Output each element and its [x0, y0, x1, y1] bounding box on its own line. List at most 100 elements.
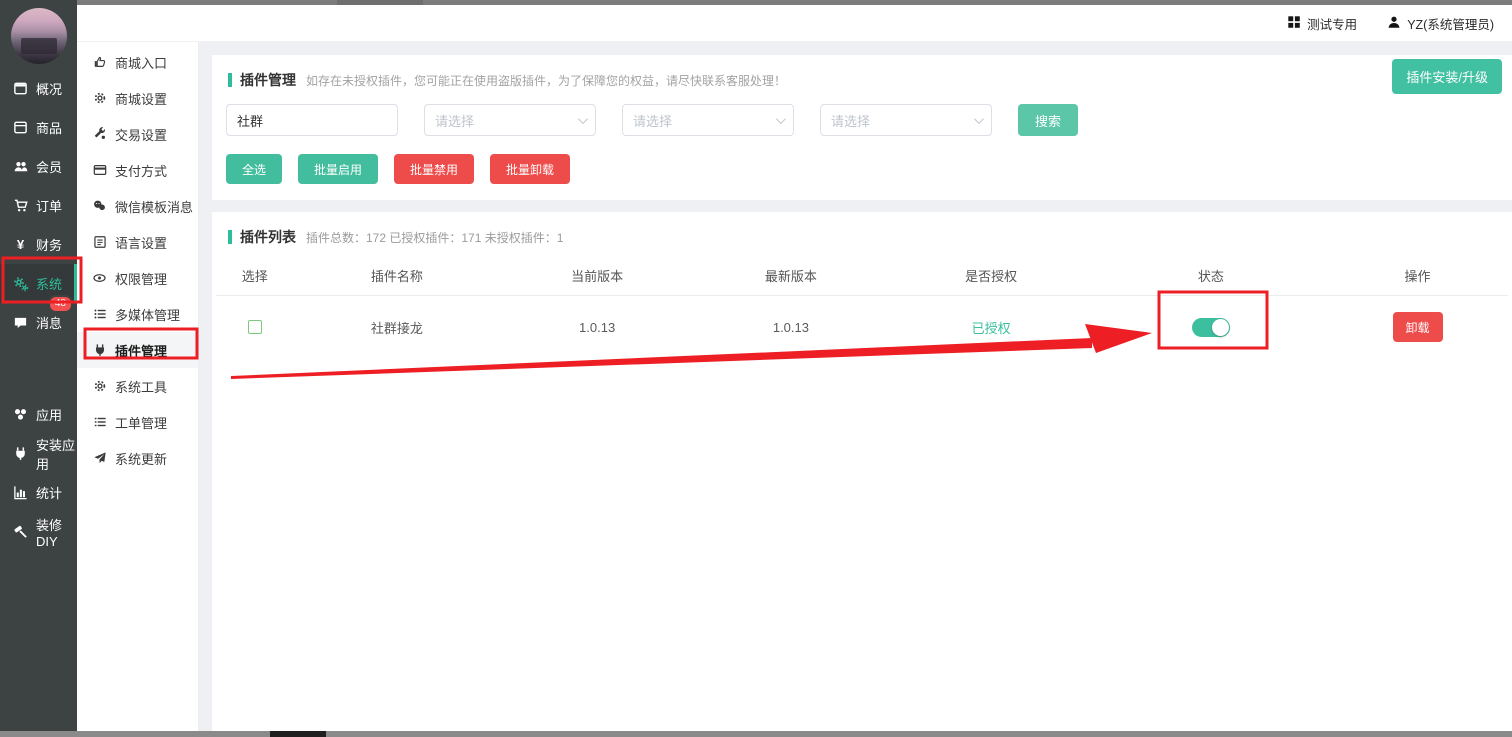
sidebar-item-label: 装修DIY [36, 515, 77, 549]
menu-item-mall-settings[interactable]: 商城设置 [77, 80, 198, 116]
dashboard-icon [12, 81, 29, 97]
yen-icon: ¥ [12, 237, 29, 253]
menu-item-label: 插件管理 [115, 341, 167, 360]
plugin-manage-header: 插件管理 如存在未授权插件，您可能正在使用盗版插件，为了保障您的权益，请尽快联系… [212, 55, 1512, 99]
latest-version: 1.0.13 [694, 320, 888, 335]
filter-row: 请选择 请选择 请选择 搜索 [212, 99, 1512, 146]
thumbs-up-icon [92, 55, 107, 70]
plugin-table: 选择 插件名称 当前版本 最新版本 是否授权 状态 操作 社群接龙 1.0.13 [212, 256, 1512, 358]
messages-badge: 48 [48, 295, 73, 313]
bulk-action-row: 全选 批量启用 批量禁用 批量卸载 [212, 146, 1512, 200]
select-all-button[interactable]: 全选 [226, 154, 282, 184]
user-label: YZ(系统管理员) [1407, 14, 1494, 33]
search-button[interactable]: 搜索 [1018, 104, 1078, 136]
filter-select-1[interactable]: 请选择 [424, 104, 596, 136]
column-header: 最新版本 [694, 266, 888, 285]
plugin-manage-card: 插件管理 如存在未授权插件，您可能正在使用盗版插件，为了保障您的权益，请尽快联系… [212, 55, 1512, 200]
sidebar-item-goods[interactable]: 商品 [0, 108, 77, 147]
cart-icon [12, 198, 29, 214]
stats-icon [12, 485, 29, 501]
sidebar-item-diy[interactable]: 装修DIY [0, 512, 77, 551]
language-book-icon [92, 235, 107, 250]
install-upgrade-button[interactable]: 插件安装/升级 [1392, 59, 1502, 94]
sidebar-item-members[interactable]: 会员 [0, 147, 77, 186]
menu-item-media[interactable]: 多媒体管理 [77, 296, 198, 332]
row-checkbox[interactable] [248, 320, 262, 334]
send-plane-icon [92, 451, 107, 466]
bulk-disable-button[interactable]: 批量禁用 [394, 154, 474, 184]
select-placeholder: 请选择 [831, 111, 870, 130]
grid-icon [1287, 15, 1301, 32]
menu-item-plugin-management[interactable]: 插件管理 [77, 332, 198, 368]
gears-icon [12, 276, 29, 292]
menu-item-wechat-template[interactable]: 微信模板消息 [77, 188, 198, 224]
menu-item-label: 权限管理 [115, 269, 167, 288]
sidebar-item-label: 商品 [36, 118, 62, 137]
chevron-down-icon [974, 114, 984, 124]
plugin-list-card: 插件列表 插件总数：172 已授权插件：171 未授权插件：1 选择 插件名称 … [212, 212, 1512, 737]
chevron-down-icon [578, 114, 588, 124]
sidebar-item-apps[interactable]: 应用 [0, 395, 77, 434]
app-window: 概况 商品 会员 订单 ¥ [0, 0, 1512, 737]
menu-item-label: 工单管理 [115, 413, 167, 432]
primary-nav: 概况 商品 会员 订单 ¥ [0, 69, 77, 551]
bulk-enable-button[interactable]: 批量启用 [298, 154, 378, 184]
column-header: 操作 [1327, 266, 1508, 285]
menu-item-label: 系统更新 [115, 449, 167, 468]
bulk-uninstall-button[interactable]: 批量卸载 [490, 154, 570, 184]
plugin-list-header: 插件列表 插件总数：172 已授权插件：171 未授权插件：1 [212, 212, 1512, 256]
sidebar-item-label: 消息 [36, 313, 62, 332]
menu-item-label: 语言设置 [115, 233, 167, 252]
sidebar-item-messages[interactable]: 消息 48 [0, 303, 77, 342]
filter-select-3[interactable]: 请选择 [820, 104, 992, 136]
sidebar-item-label: 安装应用 [36, 435, 77, 473]
menu-item-permissions[interactable]: 权限管理 [77, 260, 198, 296]
sidebar-item-label: 系统 [36, 274, 62, 293]
plugin-stats: 插件总数：172 已授权插件：171 未授权插件：1 [306, 229, 563, 246]
menu-item-system-update[interactable]: 系统更新 [77, 440, 198, 476]
primary-sidebar: 概况 商品 会员 订单 ¥ [0, 0, 77, 737]
members-icon [12, 159, 29, 175]
filter-select-2[interactable]: 请选择 [622, 104, 794, 136]
status-toggle[interactable] [1192, 318, 1230, 337]
menu-item-payment-methods[interactable]: 支付方式 [77, 152, 198, 188]
user-menu[interactable]: YZ(系统管理员) [1387, 14, 1494, 33]
sidebar-item-finance[interactable]: ¥ 财务 [0, 225, 77, 264]
menu-item-language-settings[interactable]: 语言设置 [77, 224, 198, 260]
avatar[interactable] [11, 8, 67, 64]
goods-icon [12, 120, 29, 136]
sidebar-item-orders[interactable]: 订单 [0, 186, 77, 225]
menu-item-mall-entry[interactable]: 商城入口 [77, 44, 198, 80]
column-header: 当前版本 [500, 266, 694, 285]
wechat-icon [92, 199, 107, 214]
sidebar-item-install-apps[interactable]: 安装应用 [0, 434, 77, 473]
media-list-icon [92, 307, 107, 322]
menu-item-system-tools[interactable]: 系统工具 [77, 368, 198, 404]
bank-card-icon [92, 163, 107, 178]
worklist-icon [92, 415, 107, 430]
menu-item-label: 微信模板消息 [115, 197, 193, 216]
window-bottom-strip [0, 731, 1512, 737]
select-placeholder: 请选择 [633, 111, 672, 130]
sidebar-item-label: 应用 [36, 405, 62, 424]
section-subtitle: 如存在未授权插件，您可能正在使用盗版插件，为了保障您的权益，请尽快联系客服处理！ [306, 72, 786, 89]
uninstall-button[interactable]: 卸载 [1393, 312, 1443, 342]
toggle-knob [1212, 319, 1229, 336]
sidebar-item-label: 统计 [36, 483, 62, 502]
gear-icon [92, 91, 107, 106]
sidebar-item-overview[interactable]: 概况 [0, 69, 77, 108]
menu-item-work-orders[interactable]: 工单管理 [77, 404, 198, 440]
workspace-label: 测试专用 [1307, 14, 1357, 33]
plugin-icon [92, 343, 107, 358]
table-row: 社群接龙 1.0.13 1.0.13 已授权 卸载 [216, 296, 1508, 358]
menu-item-trade-settings[interactable]: 交易设置 [77, 116, 198, 152]
sidebar-item-label: 订单 [36, 196, 62, 215]
sidebar-item-stats[interactable]: 统计 [0, 473, 77, 512]
bottom-strip-dark-segment [270, 731, 326, 737]
table-header-row: 选择 插件名称 当前版本 最新版本 是否授权 状态 操作 [216, 256, 1508, 296]
column-header: 是否授权 [888, 266, 1095, 285]
workspace-switcher[interactable]: 测试专用 [1287, 14, 1357, 33]
column-header: 选择 [216, 266, 294, 285]
main-content: 插件管理 如存在未授权插件，您可能正在使用盗版插件，为了保障您的权益，请尽快联系… [199, 42, 1512, 737]
keyword-input[interactable] [226, 104, 398, 136]
